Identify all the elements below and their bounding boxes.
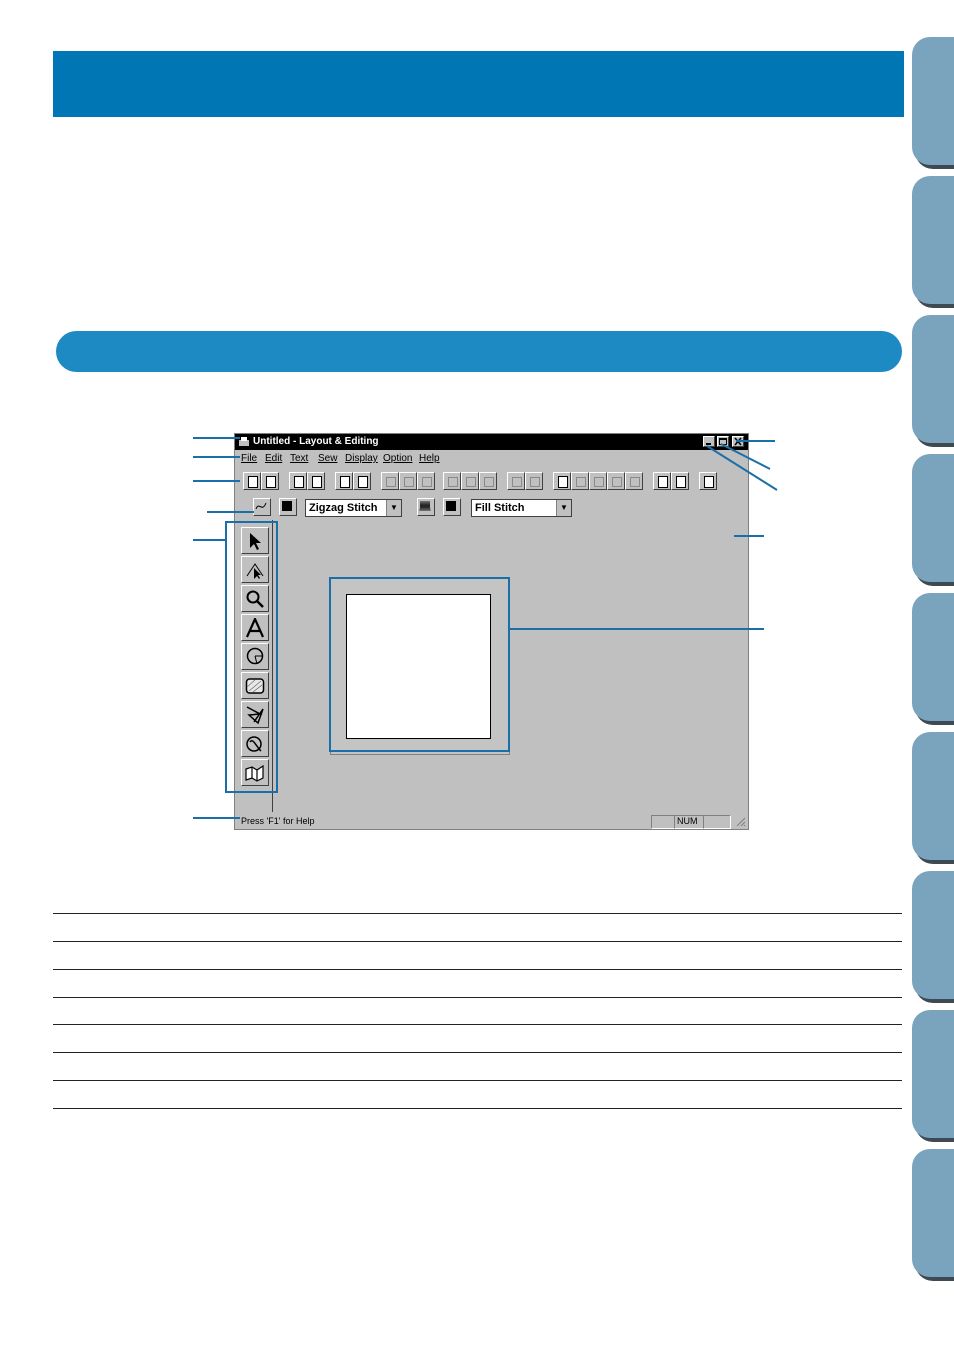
- status-bar: Press 'F1' for Help NUM: [235, 814, 748, 830]
- sewing-attribute-button[interactable]: [653, 472, 671, 490]
- window-title: Untitled - Layout & Editing: [253, 436, 379, 447]
- copy-button[interactable]: [399, 472, 417, 490]
- chapter-tab-2[interactable]: [912, 176, 954, 304]
- region-stitch-value: Fill Stitch: [475, 502, 525, 514]
- paste-button[interactable]: [417, 472, 435, 490]
- table-rule: [53, 969, 902, 970]
- leader-line-menu-bar: [193, 456, 240, 458]
- open-button[interactable]: [261, 472, 279, 490]
- table-rule: [53, 941, 902, 942]
- table-rule: [53, 1052, 902, 1053]
- sewing-attribute-bar: Zigzag Stitch ▼ Fill Stitch ▼: [235, 496, 748, 520]
- table-rule: [53, 1080, 902, 1081]
- line-stitch-icon: [255, 502, 267, 510]
- leader-line-design-page: [510, 628, 764, 630]
- menu-help[interactable]: Help: [419, 453, 440, 464]
- line-stitch-select[interactable]: Zigzag Stitch ▼: [305, 499, 402, 517]
- page-header-band: [53, 51, 904, 117]
- menu-edit[interactable]: Edit: [265, 453, 282, 464]
- color-swatch-icon: [282, 501, 292, 511]
- status-pane-scroll: [703, 815, 731, 829]
- text-attribute-button[interactable]: [571, 472, 589, 490]
- mirror-vertical-button[interactable]: [461, 472, 479, 490]
- import-button[interactable]: [289, 472, 307, 490]
- ungroup-button[interactable]: [525, 472, 543, 490]
- leader-line-status-bar: [193, 817, 240, 819]
- leader-line-tool-bar: [193, 480, 240, 482]
- chapter-tab-3[interactable]: [912, 315, 954, 443]
- design-page-highlight: [329, 577, 510, 752]
- window-button-leaders: [706, 443, 778, 491]
- toolbox-connector: [225, 521, 227, 541]
- rotate-button[interactable]: [479, 472, 497, 490]
- table-rule: [53, 997, 902, 998]
- leader-line-toolbox: [193, 539, 226, 541]
- menu-text[interactable]: Text: [290, 453, 308, 464]
- menu-sew[interactable]: Sew: [318, 453, 337, 464]
- menu-display[interactable]: Display: [345, 453, 378, 464]
- text-spacing-button[interactable]: [589, 472, 607, 490]
- chapter-tab-7[interactable]: [912, 871, 954, 999]
- status-help-text: Press 'F1' for Help: [241, 816, 315, 826]
- toolbox-highlight: [225, 521, 278, 793]
- title-bar[interactable]: Untitled - Layout & Editing: [235, 434, 748, 450]
- fit-text-path-button[interactable]: [625, 472, 643, 490]
- menu-option[interactable]: Option: [383, 453, 412, 464]
- chapter-tab-5[interactable]: [912, 593, 954, 721]
- save-button[interactable]: [335, 472, 353, 490]
- table-rule: [53, 1024, 902, 1025]
- chevron-down-icon: ▼: [386, 500, 401, 516]
- table-rule: [53, 1108, 902, 1109]
- new-button[interactable]: [243, 472, 261, 490]
- mirror-horizontal-button[interactable]: [443, 472, 461, 490]
- group-button[interactable]: [507, 472, 525, 490]
- sewing-order-button[interactable]: [671, 472, 689, 490]
- region-color-button[interactable]: [443, 498, 461, 516]
- leader-line-title-bar: [193, 437, 240, 439]
- leader-line-sewing-bar: [207, 511, 254, 513]
- chapter-tab-1[interactable]: [912, 37, 954, 165]
- leader-line-work-area: [734, 535, 764, 537]
- chapter-tab-9[interactable]: [912, 1149, 954, 1277]
- tool-bar: [235, 470, 748, 494]
- resize-grip-icon[interactable]: [734, 815, 746, 828]
- transform-text-button[interactable]: [607, 472, 625, 490]
- cut-button[interactable]: [381, 472, 399, 490]
- chapter-tab-4[interactable]: [912, 454, 954, 582]
- design-page-button[interactable]: [553, 472, 571, 490]
- save-as-button[interactable]: [353, 472, 371, 490]
- chevron-down-icon: ▼: [556, 500, 571, 516]
- menu-bar: File Edit Text Sew Display Option Help: [235, 451, 748, 467]
- line-color-button[interactable]: [279, 498, 297, 516]
- fill-stitch-icon: [419, 500, 431, 512]
- region-stitch-select[interactable]: Fill Stitch ▼: [471, 499, 572, 517]
- status-pane-num: NUM: [674, 815, 704, 829]
- import-from-button[interactable]: [307, 472, 325, 490]
- section-heading-bar: [56, 331, 902, 372]
- color-swatch-icon: [446, 501, 456, 511]
- table-rule: [53, 913, 902, 914]
- chapter-tab-6[interactable]: [912, 732, 954, 860]
- chapter-tab-8[interactable]: [912, 1010, 954, 1138]
- line-sew-toggle[interactable]: [253, 498, 271, 516]
- num-lock-indicator: NUM: [677, 816, 698, 826]
- menu-file[interactable]: File: [241, 453, 257, 464]
- region-sew-toggle[interactable]: [417, 498, 435, 516]
- status-pane-caps: [651, 815, 675, 829]
- line-stitch-value: Zigzag Stitch: [309, 502, 378, 514]
